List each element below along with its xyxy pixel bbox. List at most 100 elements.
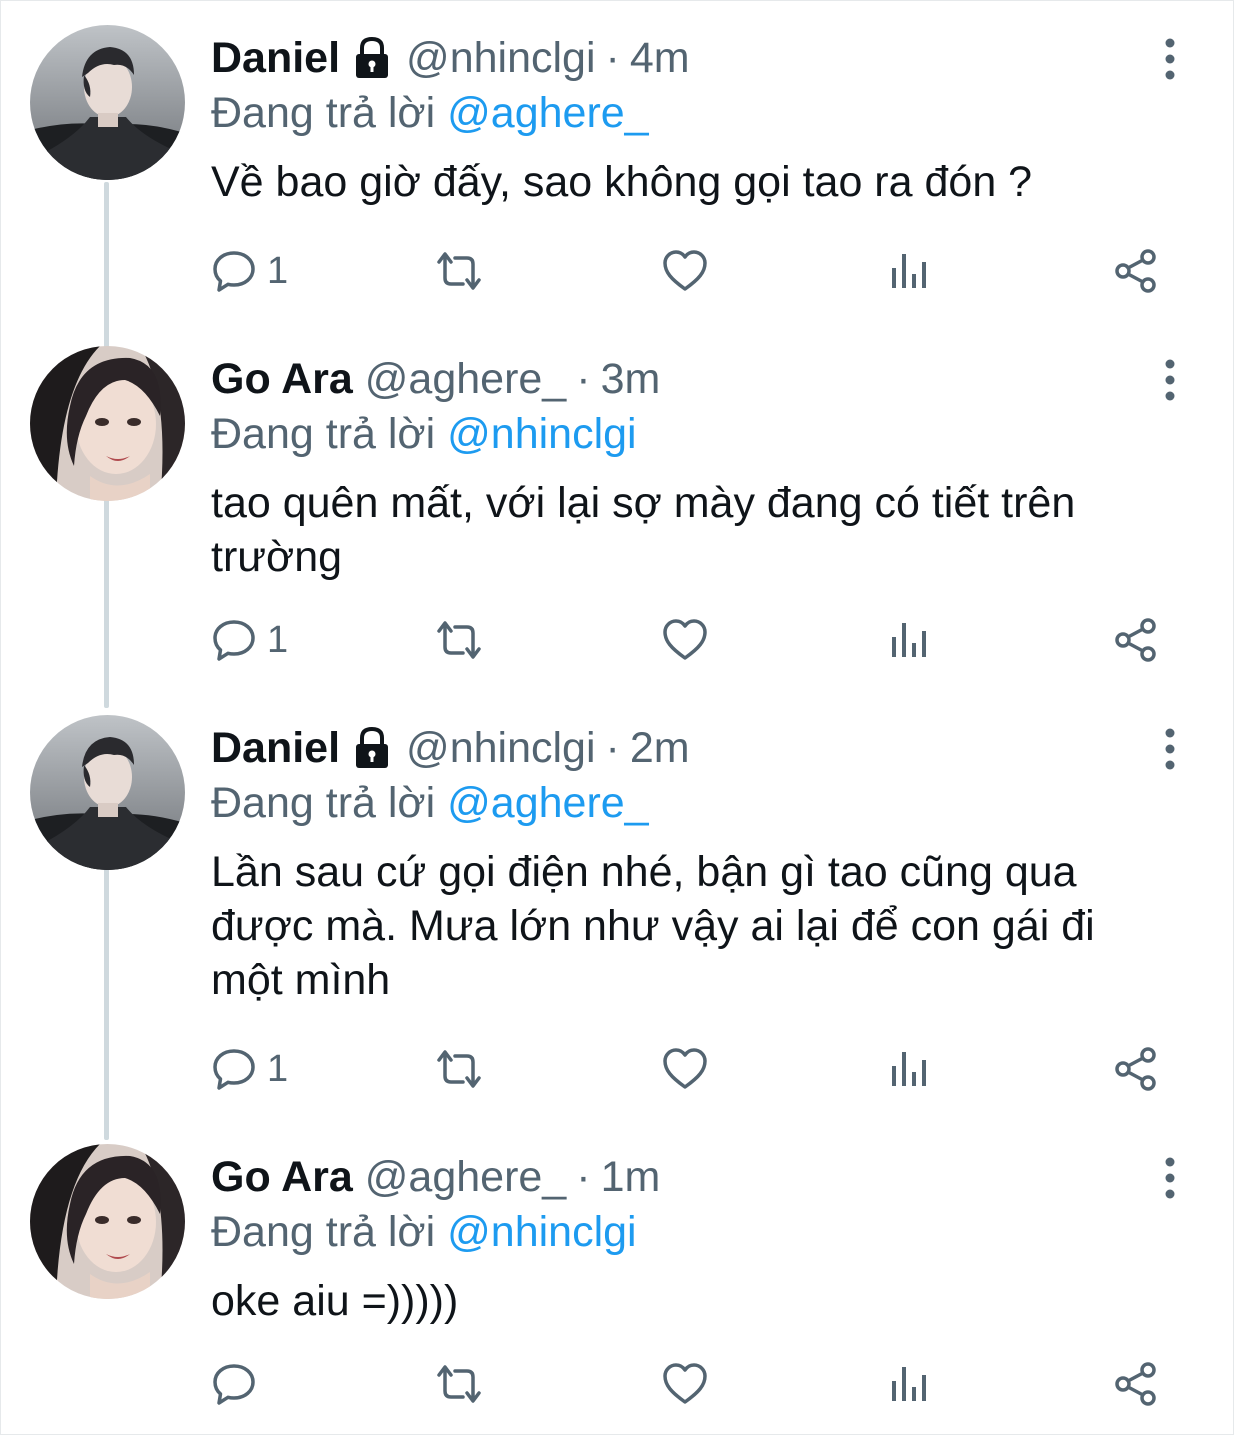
share-icon: [1113, 248, 1159, 294]
avatar[interactable]: [30, 25, 185, 180]
share-button[interactable]: [1113, 243, 1159, 299]
username-handle[interactable]: @aghere_: [365, 354, 566, 404]
separator-dot: ·: [576, 1153, 591, 1201]
like-icon: [661, 248, 709, 294]
timestamp[interactable]: 1m: [601, 1152, 661, 1202]
username-handle[interactable]: @nhinclgi: [406, 33, 595, 83]
display-name[interactable]: Go Ara: [211, 1152, 353, 1202]
male-avatar-image: [30, 25, 185, 180]
tweet-actions: 1: [211, 612, 1171, 668]
lock-icon: [352, 726, 392, 770]
views-button[interactable]: [889, 1356, 929, 1412]
like-icon: [661, 617, 709, 663]
mention-link[interactable]: @nhinclgi: [447, 410, 636, 458]
replying-to: Đang trả lời @nhinclgi: [211, 409, 637, 459]
timestamp[interactable]: 2m: [630, 723, 690, 773]
share-icon: [1113, 1046, 1159, 1092]
views-icon: [889, 617, 929, 663]
tweet-header: Daniel @nhinclgi · 2m: [211, 723, 690, 773]
reply-button[interactable]: 1: [211, 612, 288, 668]
retweet-button[interactable]: [433, 243, 485, 299]
like-button[interactable]: [661, 612, 709, 668]
replying-to: Đang trả lời @aghere_: [211, 88, 649, 138]
avatar[interactable]: [30, 346, 185, 501]
reply-count: 1: [267, 250, 289, 292]
share-icon: [1113, 1361, 1159, 1407]
retweet-button[interactable]: [433, 612, 485, 668]
retweet-icon: [433, 248, 485, 294]
tweet-actions: 1: [211, 1041, 1171, 1097]
tweet-text: oke aiu =))))): [211, 1277, 459, 1325]
views-icon: [889, 1361, 929, 1407]
retweet-button[interactable]: [433, 1041, 485, 1097]
timestamp[interactable]: 4m: [630, 33, 690, 83]
reply-icon: [211, 248, 257, 294]
like-icon: [661, 1046, 709, 1092]
tweet-actions: [211, 1356, 1171, 1412]
share-button[interactable]: [1113, 1041, 1159, 1097]
replying-to: Đang trả lời @nhinclgi: [211, 1207, 637, 1257]
share-icon: [1113, 617, 1159, 663]
more-icon[interactable]: [1156, 725, 1184, 773]
display-name[interactable]: Go Ara: [211, 354, 353, 404]
retweet-icon: [433, 1046, 485, 1092]
mention-link[interactable]: @nhinclgi: [447, 1208, 636, 1256]
timestamp[interactable]: 3m: [601, 354, 661, 404]
display-name[interactable]: Daniel: [211, 723, 340, 773]
like-button[interactable]: [661, 1041, 709, 1097]
separator-dot: ·: [576, 355, 591, 403]
tweet[interactable]: Go Ara @aghere_ · 3m Đang trả lời @nhinc…: [0, 346, 1234, 686]
female-avatar-image: [30, 346, 185, 501]
separator-dot: ·: [605, 34, 620, 82]
reply-count: 1: [267, 619, 289, 661]
views-button[interactable]: [889, 243, 929, 299]
replying-to-label: Đang trả lời: [211, 1208, 436, 1256]
lock-icon: [352, 36, 392, 80]
tweet-header: Go Ara @aghere_ · 1m: [211, 1152, 660, 1202]
like-icon: [661, 1361, 709, 1407]
more-icon[interactable]: [1156, 1154, 1184, 1202]
avatar[interactable]: [30, 1144, 185, 1299]
share-button[interactable]: [1113, 612, 1159, 668]
replying-to-label: Đang trả lời: [211, 89, 436, 137]
views-button[interactable]: [889, 612, 929, 668]
tweet-text: Lần sau cứ gọi điện nhé, bận gì tao cũng…: [211, 848, 1095, 1004]
tweet[interactable]: Daniel @nhinclgi · 2m Đang trả lời @aghe…: [0, 715, 1234, 1115]
mention-link[interactable]: @aghere_: [447, 779, 648, 827]
reply-button[interactable]: [211, 1356, 267, 1412]
tweet-header: Go Ara @aghere_ · 3m: [211, 354, 660, 404]
tweet-actions: 1: [211, 243, 1171, 299]
share-button[interactable]: [1113, 1356, 1159, 1412]
male-avatar-image: [30, 715, 185, 870]
username-handle[interactable]: @nhinclgi: [406, 723, 595, 773]
separator-dot: ·: [605, 724, 620, 772]
tweet-header: Daniel @nhinclgi · 4m: [211, 33, 690, 83]
retweet-icon: [433, 617, 485, 663]
reply-icon: [211, 1046, 257, 1092]
reply-count: 1: [267, 1048, 289, 1090]
retweet-button[interactable]: [433, 1356, 485, 1412]
replying-to: Đang trả lời @aghere_: [211, 778, 649, 828]
mention-link[interactable]: @aghere_: [447, 89, 648, 137]
username-handle[interactable]: @aghere_: [365, 1152, 566, 1202]
display-name[interactable]: Daniel: [211, 33, 340, 83]
avatar[interactable]: [30, 715, 185, 870]
like-button[interactable]: [661, 1356, 709, 1412]
more-icon[interactable]: [1156, 35, 1184, 83]
reply-button[interactable]: 1: [211, 243, 288, 299]
retweet-icon: [433, 1361, 485, 1407]
more-icon[interactable]: [1156, 356, 1184, 404]
views-button[interactable]: [889, 1041, 929, 1097]
reply-button[interactable]: 1: [211, 1041, 288, 1097]
views-icon: [889, 1046, 929, 1092]
tweet-text: tao quên mất, với lại sợ mày đang có tiế…: [211, 479, 1076, 581]
tweet[interactable]: Daniel @nhinclgi · 4m Đang trả lời @aghe…: [0, 25, 1234, 325]
like-button[interactable]: [661, 243, 709, 299]
tweet[interactable]: Go Ara @aghere_ · 1m Đang trả lời @nhinc…: [0, 1144, 1234, 1424]
female-avatar-image: [30, 1144, 185, 1299]
reply-icon: [211, 1361, 257, 1407]
tweet-text: Về bao giờ đấy, sao không gọi tao ra đón…: [211, 158, 1033, 206]
reply-icon: [211, 617, 257, 663]
replying-to-label: Đang trả lời: [211, 410, 436, 458]
replying-to-label: Đang trả lời: [211, 779, 436, 827]
